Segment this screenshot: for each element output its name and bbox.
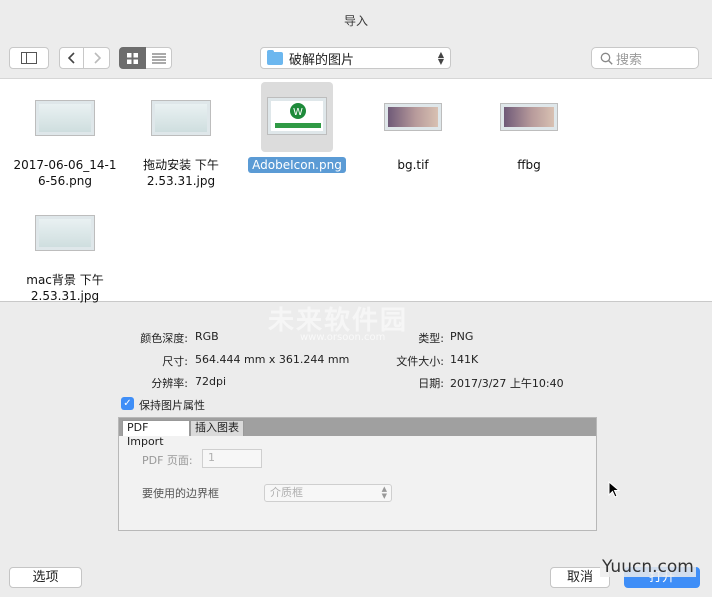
bounding-box-value: 介质框	[270, 486, 303, 499]
pdf-page-label: PDF 页面:	[142, 454, 193, 467]
file-thumbnail[interactable]	[35, 100, 95, 136]
file-browser: 2017-06-06_14-1 6-56.png 拖动安装 下午 2.53.31.j…	[0, 78, 712, 304]
folder-name: 破解的图片	[289, 52, 355, 68]
folder-icon	[267, 49, 283, 65]
sidebar-icon	[21, 52, 37, 64]
options-button[interactable]: 选项	[9, 567, 82, 588]
search-icon	[600, 52, 613, 65]
file-name[interactable]: mac背景 下午 2.53.31.jpg	[7, 272, 123, 304]
svg-text:W: W	[293, 107, 303, 118]
search-placeholder: 搜索	[616, 52, 643, 68]
cursor-icon	[608, 481, 620, 498]
file-name[interactable]: 2017-06-06_14-1 6-56.png	[7, 157, 123, 189]
keep-attributes-label[interactable]: 保持图片属性	[139, 397, 205, 413]
file-thumbnail[interactable]	[35, 215, 95, 251]
resolution-value: 72dpi	[195, 375, 227, 388]
watermark-corner: Yuucn.com	[600, 557, 696, 577]
date-value: 2017/3/27 上午10:40	[450, 377, 564, 390]
tab-insert-chart[interactable]: 插入图表	[190, 420, 244, 436]
size-value: 564.444 mm x 361.244 mm	[195, 353, 350, 366]
file-name[interactable]: AdobeIcon.png	[239, 157, 355, 173]
list-view-icon	[151, 53, 166, 63]
resolution-label: 分辨率:	[151, 377, 188, 390]
window-title: 导入	[343, 13, 368, 28]
color-depth-label: 颜色深度:	[140, 332, 188, 345]
sidebar-toggle-button[interactable]	[9, 47, 49, 69]
up-down-chevron-icon: ▲ ▼	[381, 485, 387, 500]
forward-button[interactable]	[84, 47, 110, 69]
search-input[interactable]: 搜索	[591, 47, 699, 69]
file-name[interactable]: 拖动安装 下午 2.53.31.jpg	[123, 157, 239, 189]
chevron-right-icon	[93, 52, 101, 64]
type-label: 类型:	[418, 332, 444, 345]
tab-pdf-import[interactable]: PDF Import	[122, 420, 190, 448]
chevron-left-icon	[67, 52, 75, 64]
color-depth-value: RGB	[195, 330, 219, 343]
type-value: PNG	[450, 330, 474, 343]
grid-view-icon	[127, 52, 138, 64]
filesize-label: 文件大小:	[396, 355, 444, 368]
file-name[interactable]: bg.tif	[355, 157, 471, 173]
file-thumbnail[interactable]	[151, 100, 211, 136]
keep-attributes-checkbox[interactable]: ✓	[121, 397, 134, 410]
filesize-value: 141K	[450, 353, 479, 366]
toolbar: 破解的图片 ▲ ▼ 搜索	[0, 40, 712, 78]
file-thumbnail[interactable]: W	[267, 97, 327, 135]
size-label: 尺寸:	[162, 355, 188, 368]
file-name[interactable]: ffbg	[471, 157, 587, 173]
file-thumbnail[interactable]	[500, 103, 558, 131]
bounding-box-label: 要使用的边界框	[142, 487, 219, 500]
grid-view-button[interactable]	[119, 47, 146, 69]
bottom-bar: 选项 取消 打开 Yuucn.com	[0, 557, 712, 597]
bounding-box-popup[interactable]: 介质框 ▲ ▼	[264, 484, 392, 502]
folder-location-popup[interactable]: 破解的图片 ▲ ▼	[260, 47, 451, 69]
list-view-button[interactable]	[146, 47, 172, 69]
import-options-tabbox: PDF Import 插入图表 PDF 页面: 1 要使用的边界框 介质框 ▲ ▼	[118, 417, 597, 531]
file-thumbnail[interactable]	[384, 103, 442, 131]
window-titlebar: 导入	[0, 0, 712, 40]
date-label: 日期:	[418, 377, 444, 390]
pdf-page-input[interactable]: 1	[202, 449, 262, 468]
back-button[interactable]	[59, 47, 84, 69]
up-down-chevron-icon: ▲ ▼	[437, 50, 444, 66]
logo-icon: W	[275, 103, 321, 128]
